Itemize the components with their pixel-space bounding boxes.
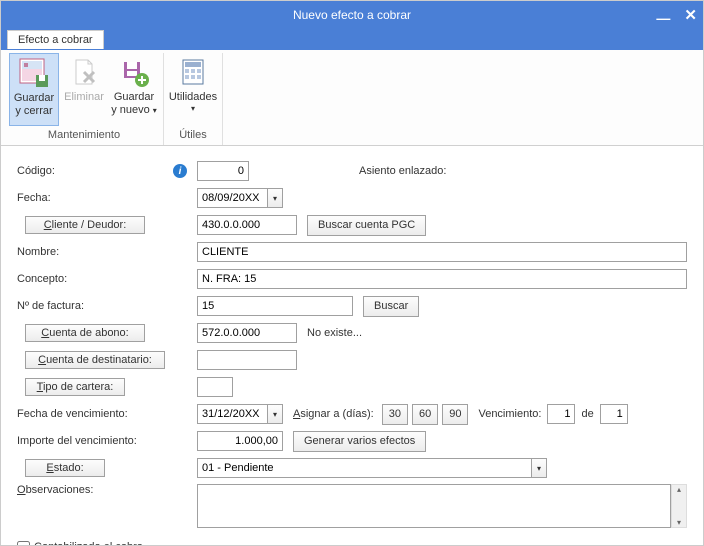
- contabilizado-checkbox[interactable]: Contabilizado el cobro: [17, 541, 143, 546]
- buscar-cuenta-pgc-button[interactable]: Buscar cuenta PGC: [307, 215, 426, 236]
- ribbon-group-label-mantenimiento: Mantenimiento: [48, 126, 120, 145]
- dias-90-button[interactable]: 90: [442, 404, 468, 425]
- info-icon[interactable]: i: [173, 164, 187, 178]
- delete-label: Eliminar: [64, 91, 104, 104]
- utilities-button[interactable]: Utilidades ▾: [168, 53, 218, 126]
- fecha-venc-dropdown-icon[interactable]: ▾: [267, 404, 283, 424]
- tipo-cartera-input[interactable]: [197, 377, 233, 397]
- label-de: de: [581, 408, 593, 420]
- titlebar: Nuevo efecto a cobrar — ✕: [1, 1, 703, 29]
- minimize-icon[interactable]: —: [656, 10, 670, 26]
- label-vencimiento-n: Vencimiento:: [478, 408, 541, 420]
- importe-input[interactable]: [197, 431, 283, 451]
- label-concepto: Concepto:: [17, 273, 197, 285]
- fecha-field[interactable]: ▾: [197, 188, 283, 208]
- estado-button[interactable]: Estado:: [25, 459, 105, 477]
- estado-dropdown-icon[interactable]: ▾: [531, 458, 547, 478]
- dialog-window: Nuevo efecto a cobrar — ✕ Efecto a cobra…: [0, 0, 704, 546]
- fecha-venc-field[interactable]: ▾: [197, 404, 283, 424]
- cliente-input[interactable]: [197, 215, 297, 235]
- observaciones-scrollbar[interactable]: ▴ ▾: [671, 484, 687, 528]
- label-nfactura: Nº de factura:: [17, 300, 197, 312]
- contabilizado-checkbox-input[interactable]: [17, 541, 30, 546]
- cliente-deudor-button[interactable]: Cliente / Deudor:: [25, 216, 145, 234]
- vencimiento-n-input[interactable]: [547, 404, 575, 424]
- contabilizado-label: Contabilizado el cobro: [34, 541, 143, 546]
- save-new-icon: [118, 56, 150, 88]
- fecha-venc-input[interactable]: [197, 404, 267, 424]
- codigo-input[interactable]: [197, 161, 249, 181]
- dias-30-button[interactable]: 30: [382, 404, 408, 425]
- calculator-icon: [177, 56, 209, 88]
- no-existe-text: No existe...: [307, 327, 362, 339]
- save-close-label-2: y cerrar: [15, 105, 52, 118]
- save-and-close-button[interactable]: Guardar y cerrar: [9, 53, 59, 126]
- label-codigo: Código: i: [17, 164, 197, 178]
- cuenta-abono-input[interactable]: [197, 323, 297, 343]
- label-asignar-dias: Asignar a (días):: [293, 408, 374, 420]
- buscar-button[interactable]: Buscar: [363, 296, 419, 317]
- utilities-label: Utilidades: [169, 91, 217, 104]
- cuenta-destinatario-input[interactable]: [197, 350, 297, 370]
- delete-button: Eliminar: [59, 53, 109, 126]
- save-new-label-1: Guardar: [114, 91, 154, 104]
- label-fecha-venc: Fecha de vencimiento:: [17, 408, 197, 420]
- label-fecha: Fecha:: [17, 192, 197, 204]
- scroll-up-icon[interactable]: ▴: [677, 485, 681, 494]
- label-nombre: Nombre:: [17, 246, 197, 258]
- save-close-label-1: Guardar: [14, 92, 54, 105]
- generar-varios-efectos-button[interactable]: Generar varios efectos: [293, 431, 426, 452]
- scroll-down-icon[interactable]: ▾: [677, 518, 681, 527]
- label-observaciones: Observaciones:: [17, 484, 197, 496]
- fecha-dropdown-icon[interactable]: ▾: [267, 188, 283, 208]
- tipo-cartera-button[interactable]: Tipo de cartera:: [25, 378, 125, 396]
- form-area: Código: i Asiento enlazado: Fecha: ▾ Cli…: [1, 146, 703, 546]
- chevron-down-icon: ▾: [153, 106, 157, 115]
- estado-select[interactable]: ▾: [197, 458, 547, 478]
- label-importe: Importe del vencimiento:: [17, 435, 197, 447]
- chevron-down-icon: ▾: [191, 104, 195, 114]
- save-and-new-button[interactable]: Guardar y nuevo ▾: [109, 53, 159, 126]
- fecha-input[interactable]: [197, 188, 267, 208]
- tab-efecto-a-cobrar[interactable]: Efecto a cobrar: [7, 30, 104, 49]
- estado-input[interactable]: [197, 458, 531, 478]
- concepto-input[interactable]: [197, 269, 687, 289]
- label-asiento-enlazado: Asiento enlazado:: [359, 165, 446, 177]
- cuenta-destinatario-button[interactable]: Cuenta de destinatario:: [25, 351, 165, 369]
- delete-icon: [68, 56, 100, 88]
- observaciones-textarea[interactable]: [197, 484, 671, 528]
- vencimiento-de-input[interactable]: [600, 404, 628, 424]
- nfactura-input[interactable]: [197, 296, 353, 316]
- nombre-input[interactable]: [197, 242, 687, 262]
- close-icon[interactable]: ✕: [684, 6, 697, 24]
- ribbon-group-utiles: Utilidades ▾ Útiles: [164, 53, 223, 145]
- cuenta-abono-button[interactable]: Cuenta de abono:: [25, 324, 145, 342]
- save-close-icon: [18, 57, 50, 89]
- ribbon-group-mantenimiento: Guardar y cerrar Eliminar: [5, 53, 164, 145]
- save-new-label-2: y nuevo: [111, 104, 150, 116]
- ribbon-group-label-utiles: Útiles: [179, 126, 207, 145]
- ribbon: Guardar y cerrar Eliminar: [1, 50, 703, 146]
- window-title: Nuevo efecto a cobrar: [293, 8, 411, 22]
- dias-60-button[interactable]: 60: [412, 404, 438, 425]
- tab-row: Efecto a cobrar: [1, 29, 703, 50]
